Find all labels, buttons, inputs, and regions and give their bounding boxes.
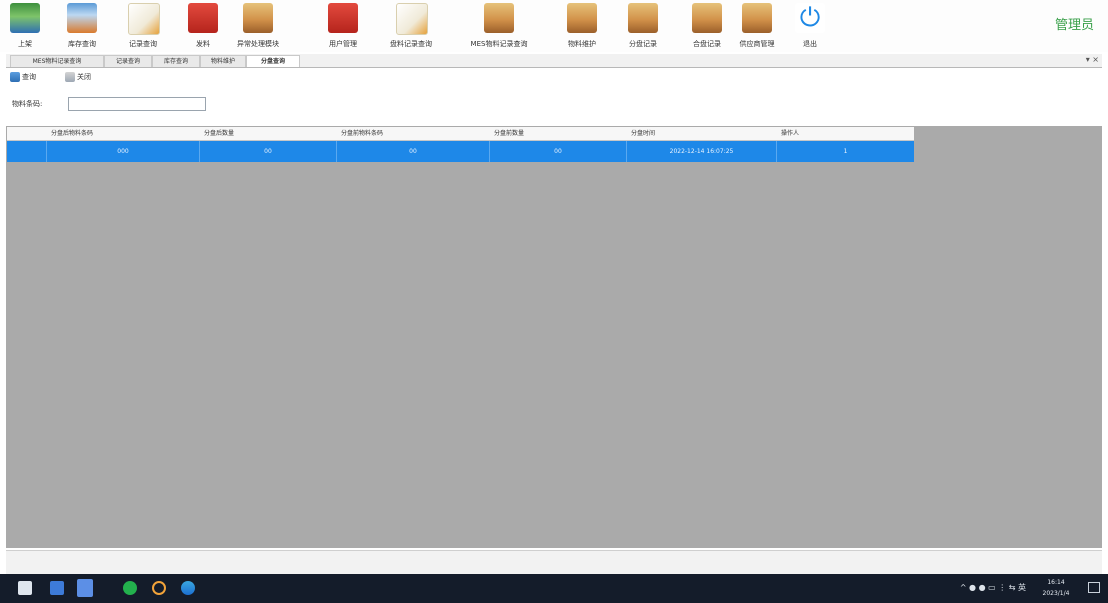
box-icon	[628, 3, 658, 33]
tab-material-maintenance[interactable]: 物料维护	[200, 55, 246, 67]
column-header[interactable]: 分盘后数量	[200, 127, 337, 140]
main-toolbar: 上架 库存查询 记录查询 发料 异常处理模块 用户管理 盘料记录查询 MES物料…	[0, 0, 1108, 52]
column-header[interactable]: 分盘时间	[627, 127, 777, 140]
table-cell: 00	[337, 141, 490, 162]
tab-close-controls[interactable]: ▾ ×	[1086, 54, 1099, 66]
status-bar	[6, 550, 1102, 574]
wechat-icon[interactable]	[123, 581, 137, 595]
taskbar-clock[interactable]: 16:14 2023/1/4	[1036, 577, 1076, 599]
start-icon[interactable]	[18, 581, 32, 595]
close-button[interactable]: 关闭	[65, 70, 91, 84]
table-row[interactable]: 000 00 00 00 2022-12-14 16:07:25 1	[7, 141, 914, 162]
split-record-label: 分盘记录	[629, 40, 657, 48]
mes-record-query-button[interactable]: MES物料记录查询	[471, 3, 527, 51]
material-maintenance-label: 物料维护	[568, 40, 596, 48]
user-icon	[328, 3, 358, 33]
shelf-icon	[10, 3, 40, 33]
search-button-label: 查询	[22, 73, 36, 81]
inventory-query-button[interactable]: 库存查询	[67, 3, 97, 51]
close-icon	[65, 72, 75, 82]
column-header[interactable]: 操作人	[777, 127, 914, 140]
browser-icon[interactable]	[152, 581, 166, 595]
record-query-button[interactable]: 记录查询	[128, 3, 160, 51]
exception-handling-button[interactable]: 异常处理模块	[237, 3, 279, 51]
os-taskbar: ^ ● ● ▭ ⋮ ⇆ 英 16:14 2023/1/4	[0, 574, 1108, 603]
merge-record-button[interactable]: 合盘记录	[692, 3, 722, 51]
barcode-input[interactable]	[68, 97, 206, 111]
table-cell: 1	[843, 148, 848, 155]
column-header[interactable]: 分盘前物料条码	[337, 127, 490, 140]
close-button-label: 关闭	[77, 73, 91, 81]
box-icon	[243, 3, 273, 33]
document-icon[interactable]	[77, 579, 93, 597]
app-icon[interactable]	[50, 581, 64, 595]
search-button[interactable]: 查询	[10, 70, 36, 84]
barcode-label: 物料条码:	[12, 100, 43, 108]
tab-record-query[interactable]: 记录查询	[104, 55, 152, 67]
tab-split-query[interactable]: 分盘查询	[246, 55, 300, 67]
column-header[interactable]: 分盘前数量	[490, 127, 627, 140]
system-tray[interactable]: ^ ● ● ▭ ⋮ ⇆ 英	[960, 579, 1026, 597]
count-record-query-button[interactable]: 盘料记录查询	[390, 3, 432, 51]
issue-icon	[188, 3, 218, 33]
notepad-icon	[396, 3, 428, 35]
material-maintenance-button[interactable]: 物料维护	[567, 3, 597, 51]
tab-inventory-query[interactable]: 库存查询	[152, 55, 200, 67]
document-tab-strip: MES物料记录查询 记录查询 库存查询 物料维护 分盘查询 ▾ ×	[6, 54, 1102, 68]
search-icon	[10, 72, 20, 82]
inventory-query-label: 库存查询	[68, 40, 96, 48]
data-grid	[6, 126, 1102, 548]
box-icon	[692, 3, 722, 33]
exit-button[interactable]: ⏻ 退出	[795, 3, 825, 51]
shelve-button[interactable]: 上架	[10, 3, 40, 51]
count-record-query-label: 盘料记录查询	[390, 40, 432, 48]
warehouse-icon	[67, 3, 97, 33]
clock-time: 16:14	[1047, 579, 1065, 586]
table-cell: 00	[490, 141, 627, 162]
edge-icon[interactable]	[181, 581, 195, 595]
box-icon	[742, 3, 772, 33]
grid-header: 分盘后物料条码 分盘后数量 分盘前物料条码 分盘前数量 分盘时间 操作人	[7, 127, 914, 141]
user-management-label: 用户管理	[329, 40, 357, 48]
split-record-button[interactable]: 分盘记录	[628, 3, 658, 51]
notification-icon[interactable]	[1088, 582, 1100, 593]
notepad-icon	[128, 3, 160, 35]
mes-record-query-label: MES物料记录查询	[470, 40, 528, 48]
box-icon	[484, 3, 514, 33]
table-cell: 000	[47, 141, 200, 162]
tab-mes-record-query[interactable]: MES物料记录查询	[10, 55, 104, 67]
column-header[interactable]: 分盘后物料条码	[47, 127, 200, 140]
table-cell: 2022-12-14 16:07:25	[627, 141, 777, 162]
user-management-button[interactable]: 用户管理	[328, 3, 358, 51]
clock-date: 2023/1/4	[1042, 590, 1070, 597]
current-user-label: 管理员	[1054, 18, 1094, 33]
power-icon: ⏻	[795, 3, 825, 33]
supplier-management-button[interactable]: 供应商管理	[740, 3, 775, 51]
exception-handling-label: 异常处理模块	[237, 40, 279, 48]
exit-label: 退出	[803, 40, 817, 48]
issue-material-button[interactable]: 发料	[188, 3, 218, 51]
row-indicator	[7, 141, 47, 162]
box-icon	[567, 3, 597, 33]
table-cell: 00	[200, 141, 337, 162]
